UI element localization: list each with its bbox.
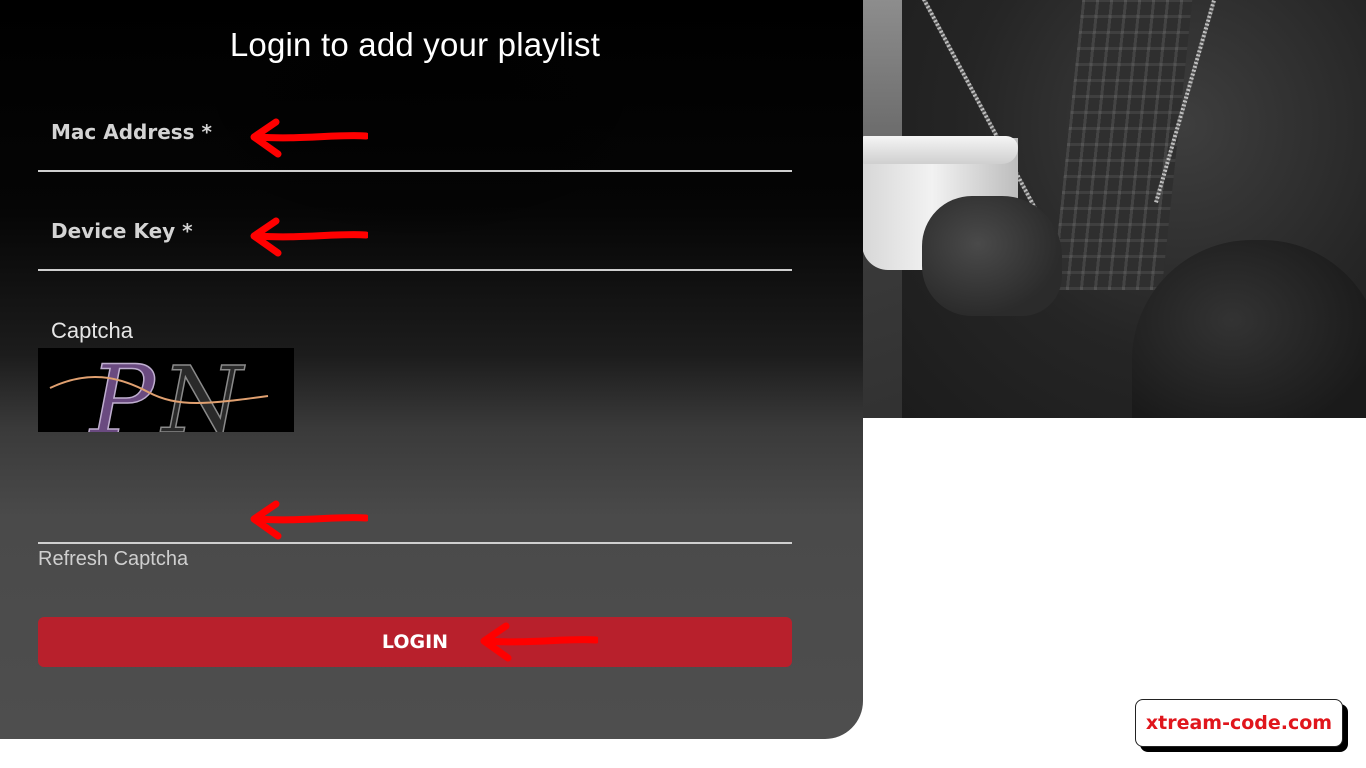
refresh-captcha-link[interactable]: Refresh Captcha bbox=[38, 548, 188, 571]
captcha-image: P N bbox=[38, 348, 294, 432]
hero-photo bbox=[862, 0, 1366, 418]
device-key-label: Device Key * bbox=[51, 219, 193, 243]
captcha-graphic: P N bbox=[38, 348, 294, 432]
arrow-left-icon bbox=[250, 217, 368, 257]
login-panel: Login to add your playlist Mac Address *… bbox=[0, 0, 863, 739]
watermark-text: xtream-code.com bbox=[1145, 712, 1333, 734]
page-title: Login to add your playlist bbox=[229, 26, 601, 63]
watermark-badge: xtream-code.com bbox=[1135, 699, 1343, 747]
arrow-left-icon bbox=[480, 622, 598, 662]
arrow-left-icon bbox=[250, 118, 368, 158]
photo-hand bbox=[922, 196, 1062, 316]
captcha-label: Captcha bbox=[51, 318, 133, 343]
stage: Login to add your playlist Mac Address *… bbox=[0, 0, 1366, 768]
photo-mug-rim bbox=[862, 136, 1018, 164]
captcha-glyph-2: N bbox=[160, 348, 246, 432]
mac-address-label: Mac Address * bbox=[51, 120, 212, 144]
captcha-input[interactable] bbox=[38, 486, 792, 544]
login-button[interactable]: LOGIN bbox=[38, 617, 792, 667]
arrow-left-icon bbox=[250, 500, 368, 540]
